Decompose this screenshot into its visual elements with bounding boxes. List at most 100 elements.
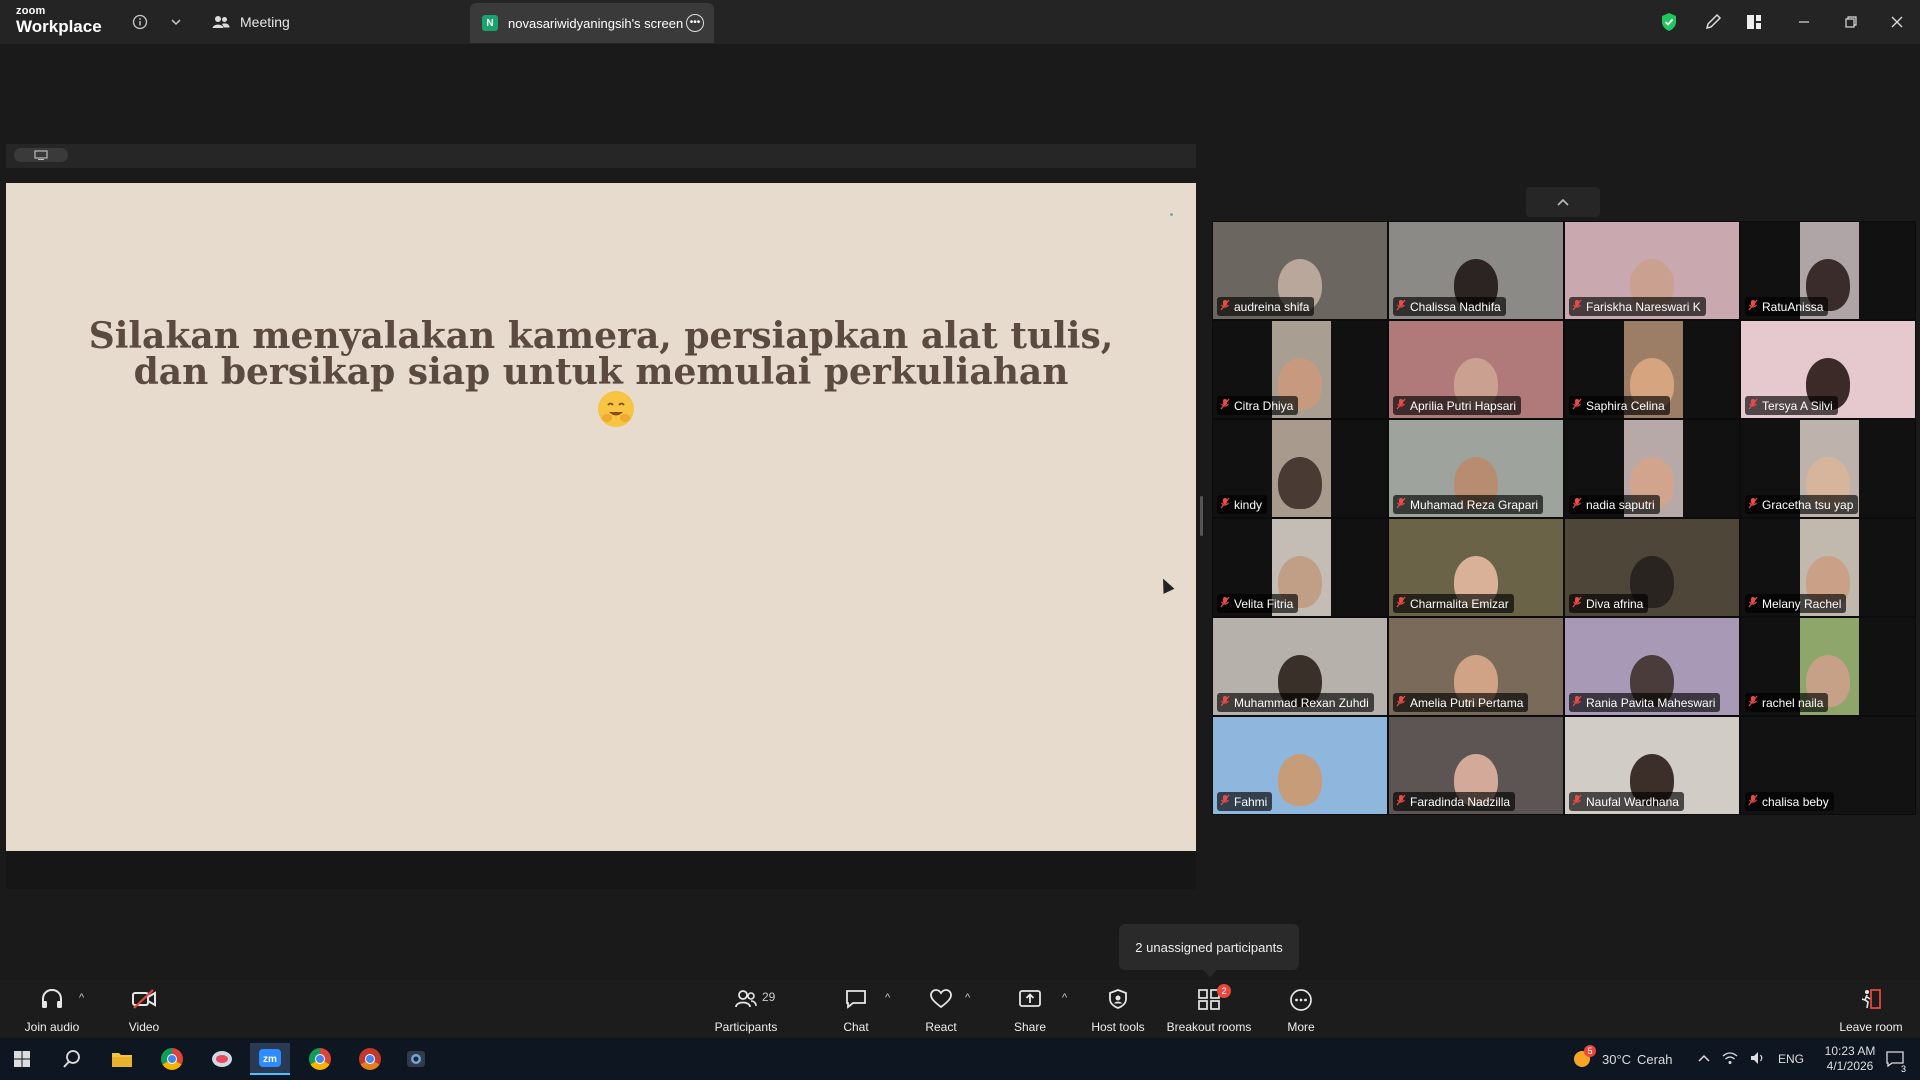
participant-tile[interactable]: Fariskha Nareswari K (1564, 221, 1740, 320)
participant-tile[interactable]: Citra Dhiya (1212, 320, 1388, 419)
participant-name: Tersya A Silvi (1762, 398, 1833, 413)
camera-app-icon[interactable] (396, 1043, 436, 1075)
gallery-scroll-up-button[interactable] (1526, 187, 1600, 217)
heart-icon (929, 988, 953, 1016)
chevron-down-icon[interactable] (162, 8, 190, 36)
app-icon[interactable] (202, 1043, 242, 1075)
participant-name-label: rachel naila (1745, 693, 1829, 712)
participant-tile[interactable]: RatuAnissa (1740, 221, 1916, 320)
input-language[interactable]: ENG (1778, 1052, 1804, 1066)
wifi-icon[interactable] (1722, 1051, 1738, 1068)
participant-tile[interactable]: Diva afrina (1564, 518, 1740, 617)
slide-marker-dot (1170, 213, 1173, 216)
weather-widget[interactable]: 5 30°C Cerah (1572, 1038, 1672, 1080)
participant-tile[interactable]: Chalissa Nadhifa (1388, 221, 1564, 320)
clock-date: 4/1/2026 (1826, 1059, 1874, 1073)
share-options-caret-icon[interactable]: ^ (1062, 992, 1067, 1004)
react-options-caret-icon[interactable]: ^ (965, 992, 970, 1004)
host-tools-label: Host tools (1091, 1020, 1145, 1034)
tray-overflow-chevron-icon[interactable] (1698, 1052, 1710, 1066)
participant-tile[interactable]: chalisa beby (1740, 716, 1916, 815)
tab-meeting[interactable]: Meeting (212, 8, 290, 36)
search-icon[interactable] (52, 1043, 92, 1075)
participant-tile[interactable]: nadia saputri (1564, 419, 1740, 518)
slide-bottom-bar (6, 851, 1196, 889)
panel-resize-handle[interactable] (1200, 496, 1203, 536)
clock-time: 10:23 AM (1824, 1044, 1876, 1058)
participant-tile[interactable]: Fahmi (1212, 716, 1388, 815)
participant-tile[interactable]: Rania Pavita Maheswari (1564, 617, 1740, 716)
participants-count: 29 (762, 990, 776, 1004)
participant-name: Gracetha tsu yap (1762, 497, 1854, 512)
chrome-profile-2-icon[interactable] (350, 1043, 390, 1075)
participant-tile[interactable]: rachel naila (1740, 617, 1916, 716)
share-view-options-button[interactable] (14, 148, 68, 162)
minimize-icon[interactable] (1787, 8, 1821, 36)
react-button[interactable]: React (924, 984, 958, 1034)
more-options-icon[interactable]: ••• (686, 14, 704, 32)
annotate-pen-icon[interactable] (1696, 8, 1730, 36)
tab-shared-screen[interactable]: N novasariwidyaningsih's screen ••• (470, 3, 714, 43)
notification-center-icon[interactable]: 3 (1880, 1038, 1910, 1080)
participant-name-label: Velita Fitria (1217, 594, 1299, 613)
participant-tile[interactable]: kindy (1212, 419, 1388, 518)
mic-muted-icon (1396, 398, 1406, 413)
participant-tile[interactable]: Velita Fitria (1212, 518, 1388, 617)
mic-muted-icon (1396, 695, 1406, 710)
mic-muted-icon (1748, 299, 1758, 314)
windows-start-icon[interactable] (2, 1043, 42, 1075)
audio-options-caret-icon[interactable]: ^ (79, 992, 84, 1004)
video-off-icon (131, 988, 157, 1016)
chat-label: Chat (843, 1020, 869, 1034)
participant-tile[interactable]: Amelia Putri Pertama (1388, 617, 1564, 716)
participant-name: nadia saputri (1586, 497, 1655, 512)
meeting-info-icon[interactable] (126, 8, 154, 36)
participant-name: rachel naila (1762, 695, 1824, 710)
more-button[interactable]: More (1286, 984, 1316, 1034)
participant-tile[interactable]: Tersya A Silvi (1740, 320, 1916, 419)
meeting-controls-toolbar: Join audio ^ Video Participants 29 Chat … (0, 980, 1920, 1038)
participant-name: Rania Pavita Maheswari (1586, 695, 1716, 710)
participants-icon (734, 988, 758, 1016)
mic-muted-icon (1396, 794, 1406, 809)
share-screen-icon (1018, 988, 1042, 1016)
share-button[interactable]: Share (1014, 984, 1046, 1034)
participant-name-label: Rania Pavita Maheswari (1569, 693, 1721, 712)
chevron-up-icon (1557, 198, 1569, 206)
shared-screen-slide: Silakan menyalakan kamera, persiapkan al… (6, 183, 1196, 851)
chat-button[interactable]: Chat (840, 984, 872, 1034)
join-audio-button[interactable]: Join audio (22, 984, 82, 1034)
participant-name: Naufal Wardhana (1586, 794, 1679, 809)
volume-icon[interactable] (1750, 1051, 1766, 1068)
mic-muted-icon (1220, 398, 1230, 413)
participant-tile[interactable]: Muhammad Rexan Zuhdi (1212, 617, 1388, 716)
participant-tile[interactable]: Charmalita Emizar (1388, 518, 1564, 617)
mic-muted-icon (1572, 695, 1582, 710)
svg-text:zm: zm (263, 1054, 277, 1065)
participant-tile[interactable]: Gracetha tsu yap (1740, 419, 1916, 518)
participant-tile[interactable]: Muhamad Reza Grapari (1388, 419, 1564, 518)
host-tools-button[interactable]: Host tools (1090, 984, 1146, 1034)
participant-tile[interactable]: Melany Rachel (1740, 518, 1916, 617)
file-explorer-icon[interactable] (102, 1043, 142, 1075)
security-shield-icon[interactable] (1652, 8, 1686, 36)
zoom-taskbar-icon[interactable]: zm (250, 1043, 290, 1075)
participant-tile[interactable]: Naufal Wardhana (1564, 716, 1740, 815)
participant-tile[interactable]: audreina shifa (1212, 221, 1388, 320)
view-layout-icon[interactable] (1737, 8, 1771, 36)
participant-name: Melany Rachel (1762, 596, 1842, 611)
leave-room-button[interactable]: Leave room (1838, 984, 1904, 1034)
participant-tile[interactable]: Saphira Celina (1564, 320, 1740, 419)
weather-temperature: 30°C (1602, 1051, 1632, 1067)
chat-options-caret-icon[interactable]: ^ (885, 992, 890, 1004)
participant-tile[interactable]: Aprilia Putri Hapsari (1388, 320, 1564, 419)
restore-icon[interactable] (1834, 8, 1868, 36)
close-icon[interactable] (1880, 8, 1914, 36)
breakout-rooms-button[interactable]: 2 Breakout rooms (1166, 984, 1252, 1034)
participant-name-label: Saphira Celina (1569, 396, 1670, 415)
participant-tile[interactable]: Faradinda Nadzilla (1388, 716, 1564, 815)
video-button[interactable]: Video (124, 984, 164, 1034)
participant-name: audreina shifa (1234, 299, 1310, 314)
chrome-icon[interactable] (152, 1043, 192, 1075)
chrome-profile-icon[interactable] (300, 1043, 340, 1075)
